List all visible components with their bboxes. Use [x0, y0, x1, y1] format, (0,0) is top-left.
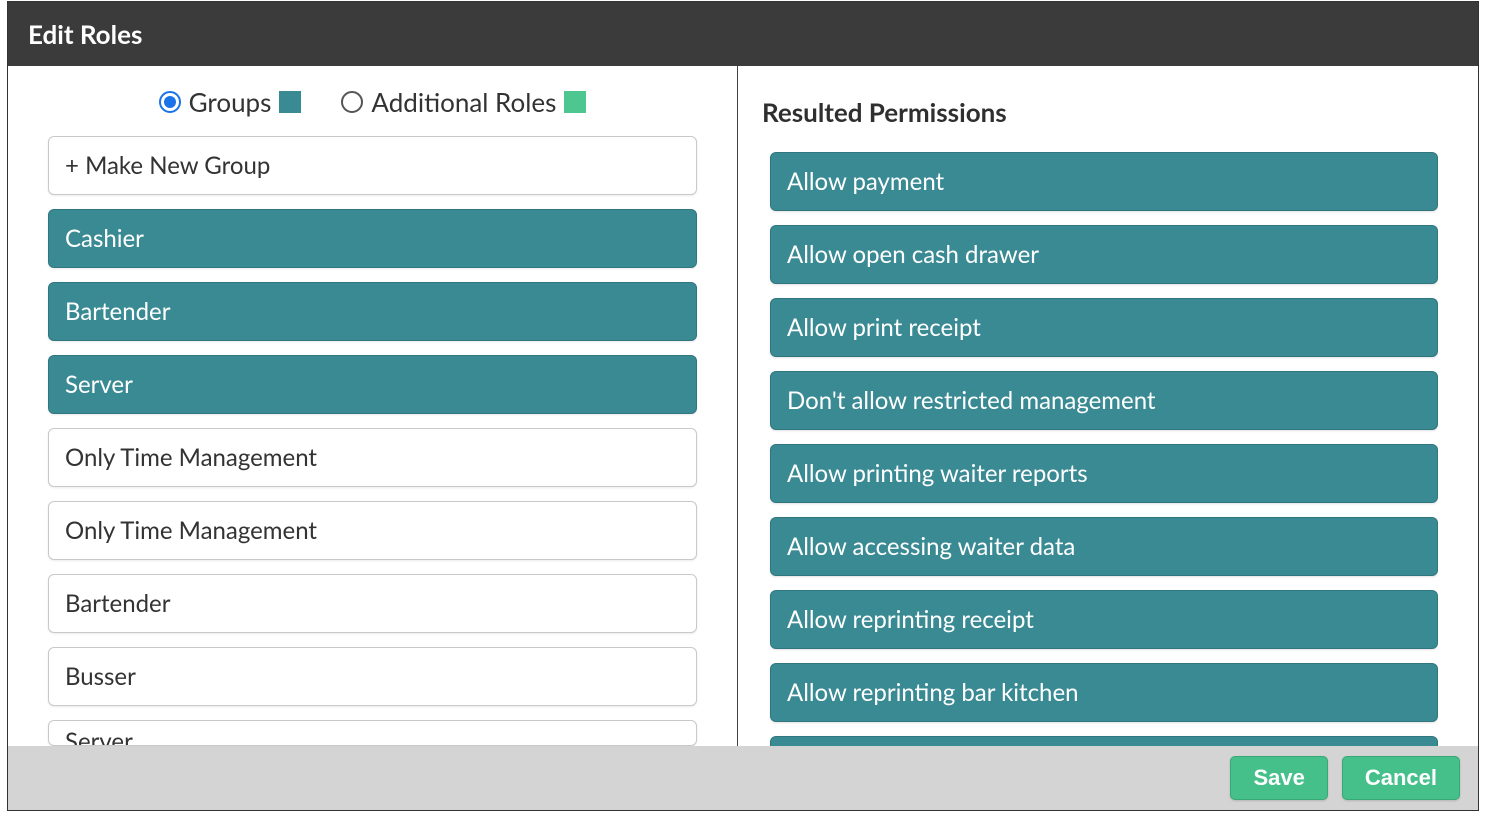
permission-item[interactable]: Allow accessing waiter data — [770, 517, 1438, 576]
group-item-bartender[interactable]: Bartender — [48, 574, 697, 633]
permission-label: Allow accessing waiter data — [787, 532, 1075, 561]
left-panel: Groups Additional Roles + Make New Group… — [8, 66, 738, 746]
radio-icon — [159, 91, 181, 113]
permission-item[interactable]: Don't allow restricted management — [770, 371, 1438, 430]
list-item-label: Server — [65, 370, 133, 399]
dialog-title: Edit Roles — [8, 2, 1478, 66]
cancel-button[interactable]: Cancel — [1342, 756, 1460, 800]
group-item-bartender[interactable]: Bartender — [48, 282, 697, 341]
radio-groups-label: Groups — [189, 86, 272, 118]
permission-label: Allow reprinting receipt — [787, 605, 1034, 634]
list-item-label: Busser — [65, 662, 136, 691]
list-item-label: Cashier — [65, 224, 144, 253]
permission-item[interactable]: Allow open cash drawer — [770, 225, 1438, 284]
role-type-radio-row: Groups Additional Roles — [8, 86, 737, 136]
permission-label: Allow print receipt — [787, 313, 981, 342]
dialog-body: Groups Additional Roles + Make New Group… — [8, 66, 1478, 746]
group-item-only-time-management[interactable]: Only Time Management — [48, 501, 697, 560]
additional-color-swatch — [564, 91, 586, 113]
radio-icon — [341, 91, 363, 113]
edit-roles-dialog: Edit Roles Groups Additional Roles + Mak… — [7, 1, 1479, 811]
permission-item[interactable]: Allow printing waiter reports — [770, 444, 1438, 503]
list-item-label: Bartender — [65, 297, 170, 326]
make-new-group-button[interactable]: + Make New Group — [48, 136, 697, 195]
permission-label: Don't allow restricted management — [787, 386, 1156, 415]
permission-item[interactable]: Allow reprinting bar kitchen — [770, 663, 1438, 722]
group-item-server[interactable]: Server — [48, 355, 697, 414]
radio-groups[interactable]: Groups — [159, 86, 302, 118]
group-item-only-time-management[interactable]: Only Time Management — [48, 428, 697, 487]
dialog-footer: Save Cancel — [8, 746, 1478, 810]
group-item-server[interactable]: Server — [48, 720, 697, 746]
group-item-busser[interactable]: Busser — [48, 647, 697, 706]
permission-label: Allow open cash drawer — [787, 240, 1039, 269]
radio-additional-roles[interactable]: Additional Roles — [341, 86, 586, 118]
list-item-label: Bartender — [65, 589, 170, 618]
list-item-label: Only Time Management — [65, 516, 317, 545]
permission-label: Allow payment — [787, 167, 944, 196]
permission-item[interactable]: Allow reprinting receipt — [770, 590, 1438, 649]
list-item-label: Server — [65, 727, 133, 746]
list-item-label: Only Time Management — [65, 443, 317, 472]
group-item-cashier[interactable]: Cashier — [48, 209, 697, 268]
radio-additional-label: Additional Roles — [371, 86, 556, 118]
permission-item[interactable]: Allow payment — [770, 152, 1438, 211]
permissions-list[interactable]: Allow payment Allow open cash drawer All… — [762, 152, 1438, 746]
groups-color-swatch — [279, 91, 301, 113]
permission-item[interactable]: Allow print receipt — [770, 298, 1438, 357]
permission-label: Allow printing waiter reports — [787, 459, 1088, 488]
permission-label: Allow reprinting bar kitchen — [787, 678, 1079, 707]
permission-item[interactable]: Allow POS access — [770, 736, 1438, 746]
right-panel: Resulted Permissions Allow payment Allow… — [738, 66, 1478, 746]
save-button[interactable]: Save — [1230, 756, 1327, 800]
list-item-label: + Make New Group — [65, 151, 270, 180]
group-list[interactable]: + Make New Group Cashier Bartender Serve… — [8, 136, 737, 746]
resulted-permissions-title: Resulted Permissions — [762, 96, 1438, 128]
